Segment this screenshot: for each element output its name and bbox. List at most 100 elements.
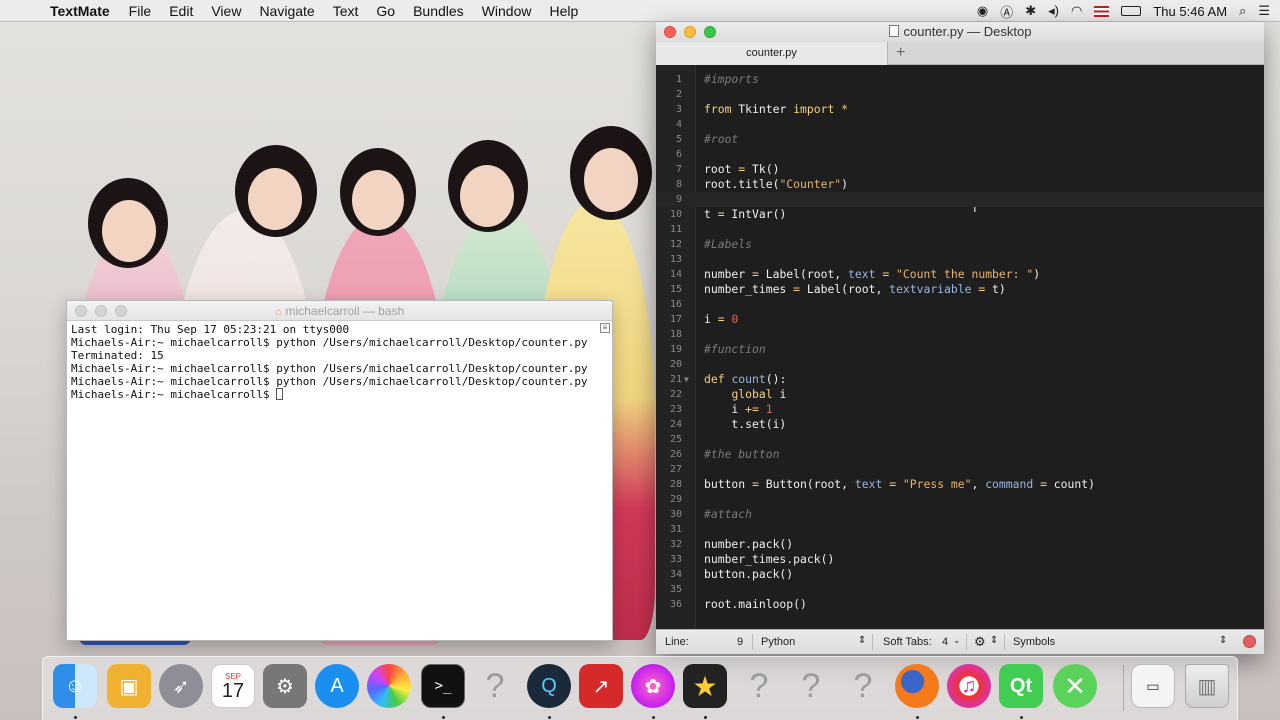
zoom-button[interactable] [115,305,127,317]
menu-navigate[interactable]: Navigate [250,3,323,19]
system-preferences-icon[interactable]: ⚙ [263,664,307,708]
calendar-icon[interactable]: SEP 17 [211,664,255,708]
code-line[interactable]: 10 t = IntVar() [656,207,1264,222]
gear-icon[interactable]: ⚙ [974,634,986,650]
zoom-button[interactable] [704,26,716,38]
firefox-icon[interactable] [895,664,939,708]
code-editor[interactable]: I 1 #imports 2 3 from Tkinter import * 4 5 #roo… [656,65,1264,629]
quicktime-icon[interactable]: Q [527,664,571,708]
flower-app-icon[interactable]: ✿ [631,664,675,708]
menu-go[interactable]: Go [367,3,404,19]
code-line[interactable]: 14 number = Label(root, text = "Count the… [656,267,1264,282]
minimize-button[interactable] [95,305,107,317]
code-line[interactable]: 22 global i [656,387,1264,402]
language-select[interactable]: Python [761,636,795,648]
soft-tabs-select[interactable]: Soft Tabs: [883,636,932,648]
code-line[interactable]: 17 i = 0 [656,312,1264,327]
code-line[interactable]: 19 #function [656,342,1264,357]
finder-icon[interactable]: ☺ [53,664,97,708]
unknown-app-icon[interactable]: ? [737,664,781,708]
volume-icon[interactable]: ◂) [1048,3,1059,19]
code-line[interactable]: 13 [656,252,1264,267]
code-line[interactable]: 15 number_times = Label(root, textvariabl… [656,282,1264,297]
code-line[interactable]: 18 [656,327,1264,342]
unknown-app-icon[interactable]: ? [473,664,517,708]
code-line[interactable]: 29 [656,492,1264,507]
accessibility-icon[interactable]: Ⓐ [1000,2,1013,21]
menu-bundles[interactable]: Bundles [404,3,473,19]
code-line[interactable]: 36 root.mainloop() [656,597,1264,612]
line-number-value[interactable]: 9 [737,636,743,648]
code-line[interactable]: 33 number_times.pack() [656,552,1264,567]
menu-file[interactable]: File [120,3,161,19]
record-stop-icon[interactable]: ◉ [977,3,988,19]
menu-edit[interactable]: Edit [160,3,202,19]
code-line[interactable]: 4 [656,117,1264,132]
code-line[interactable]: 25 [656,432,1264,447]
code-line[interactable]: 34 button.pack() [656,567,1264,582]
launchpad-icon[interactable]: ➶ [159,664,203,708]
code-line[interactable]: 24 t.set(i) [656,417,1264,432]
menu-app-name[interactable]: TextMate [50,3,120,19]
code-line[interactable]: 35 [656,582,1264,597]
battery-icon[interactable] [1121,6,1142,16]
screenshot-stack-icon[interactable]: ▭ [1131,664,1175,708]
wifi-icon[interactable]: ◠ [1071,3,1082,19]
fold-arrow-icon[interactable]: ▼ [684,372,689,387]
menu-help[interactable]: Help [540,3,587,19]
close-button[interactable] [664,26,676,38]
qt-creator-icon[interactable]: Qt [999,664,1043,708]
menu-view[interactable]: View [202,3,250,19]
bluetooth-icon[interactable]: ✱ [1025,3,1036,19]
terminal-icon[interactable]: >_ [421,664,465,708]
code-line[interactable]: 2 [656,87,1264,102]
code-line[interactable]: 7 root = Tk() [656,162,1264,177]
xquartz-icon[interactable]: ✕ [1053,664,1097,708]
minimize-button[interactable] [684,26,696,38]
close-button[interactable] [75,305,87,317]
app-store-icon[interactable]: A [315,664,359,708]
code-line[interactable]: 30 #attach [656,507,1264,522]
unknown-app-icon[interactable]: ? [841,664,885,708]
flag-input-icon[interactable] [1094,5,1110,17]
photo-slideshow-icon[interactable]: ▣ [107,664,151,708]
itunes-icon[interactable]: ♫ [947,664,991,708]
symbols-select[interactable]: Symbols [1013,636,1055,648]
code-line[interactable]: 16 [656,297,1264,312]
menu-window[interactable]: Window [473,3,541,19]
photos-icon[interactable] [367,664,411,708]
trash-icon[interactable]: ▥ [1185,664,1229,708]
activity-red-app-icon[interactable]: ↗ [579,664,623,708]
code-line[interactable]: 32 number.pack() [656,537,1264,552]
menu-text[interactable]: Text [324,3,368,19]
code-line[interactable]: 20 [656,357,1264,372]
terminal-output[interactable]: Last login: Thu Sep 17 05:23:21 on ttys0… [67,321,612,404]
tab-counter-py[interactable]: counter.py [656,42,888,65]
code-line[interactable]: 11 [656,222,1264,237]
code-line[interactable]: 31 [656,522,1264,537]
code-line[interactable]: 21 ▼ def count(): [656,372,1264,387]
terminal-window[interactable]: ⌂ michaelcarroll — bash ≡ Last login: Thu… [66,300,613,641]
terminal-titlebar[interactable]: ⌂ michaelcarroll — bash [67,301,612,321]
code-line[interactable]: 23 i += 1 [656,402,1264,417]
code-line[interactable]: 9 [656,192,1264,207]
code-line[interactable]: 27 [656,462,1264,477]
editor-titlebar[interactable]: counter.py — Desktop [656,22,1264,42]
code-line[interactable]: 26 #the button [656,447,1264,462]
code-line[interactable]: 28 button = Button(root, text = "Press me… [656,477,1264,492]
notification-center-icon[interactable]: ☰ [1258,3,1270,19]
tab-size-value[interactable]: 4 [942,636,948,648]
code-line[interactable]: 12 #Labels [656,237,1264,252]
code-line[interactable]: 3 from Tkinter import * [656,102,1264,117]
menubar-clock[interactable]: Thu 5:46 AM [1153,4,1227,19]
unknown-app-icon[interactable]: ? [789,664,833,708]
code-line[interactable]: 8 root.title("Counter") [656,177,1264,192]
code-line[interactable]: 1 #imports [656,72,1264,87]
scrollbar-toggle-icon[interactable]: ≡ [600,323,610,333]
code-line[interactable]: 5 #root [656,132,1264,147]
add-tab-button[interactable]: + [896,42,905,64]
spotlight-search-icon[interactable]: ⌕ [1239,3,1246,19]
code-line[interactable]: 6 [656,147,1264,162]
imovie-icon[interactable]: ★ [683,664,727,708]
macro-record-button[interactable] [1243,635,1256,648]
